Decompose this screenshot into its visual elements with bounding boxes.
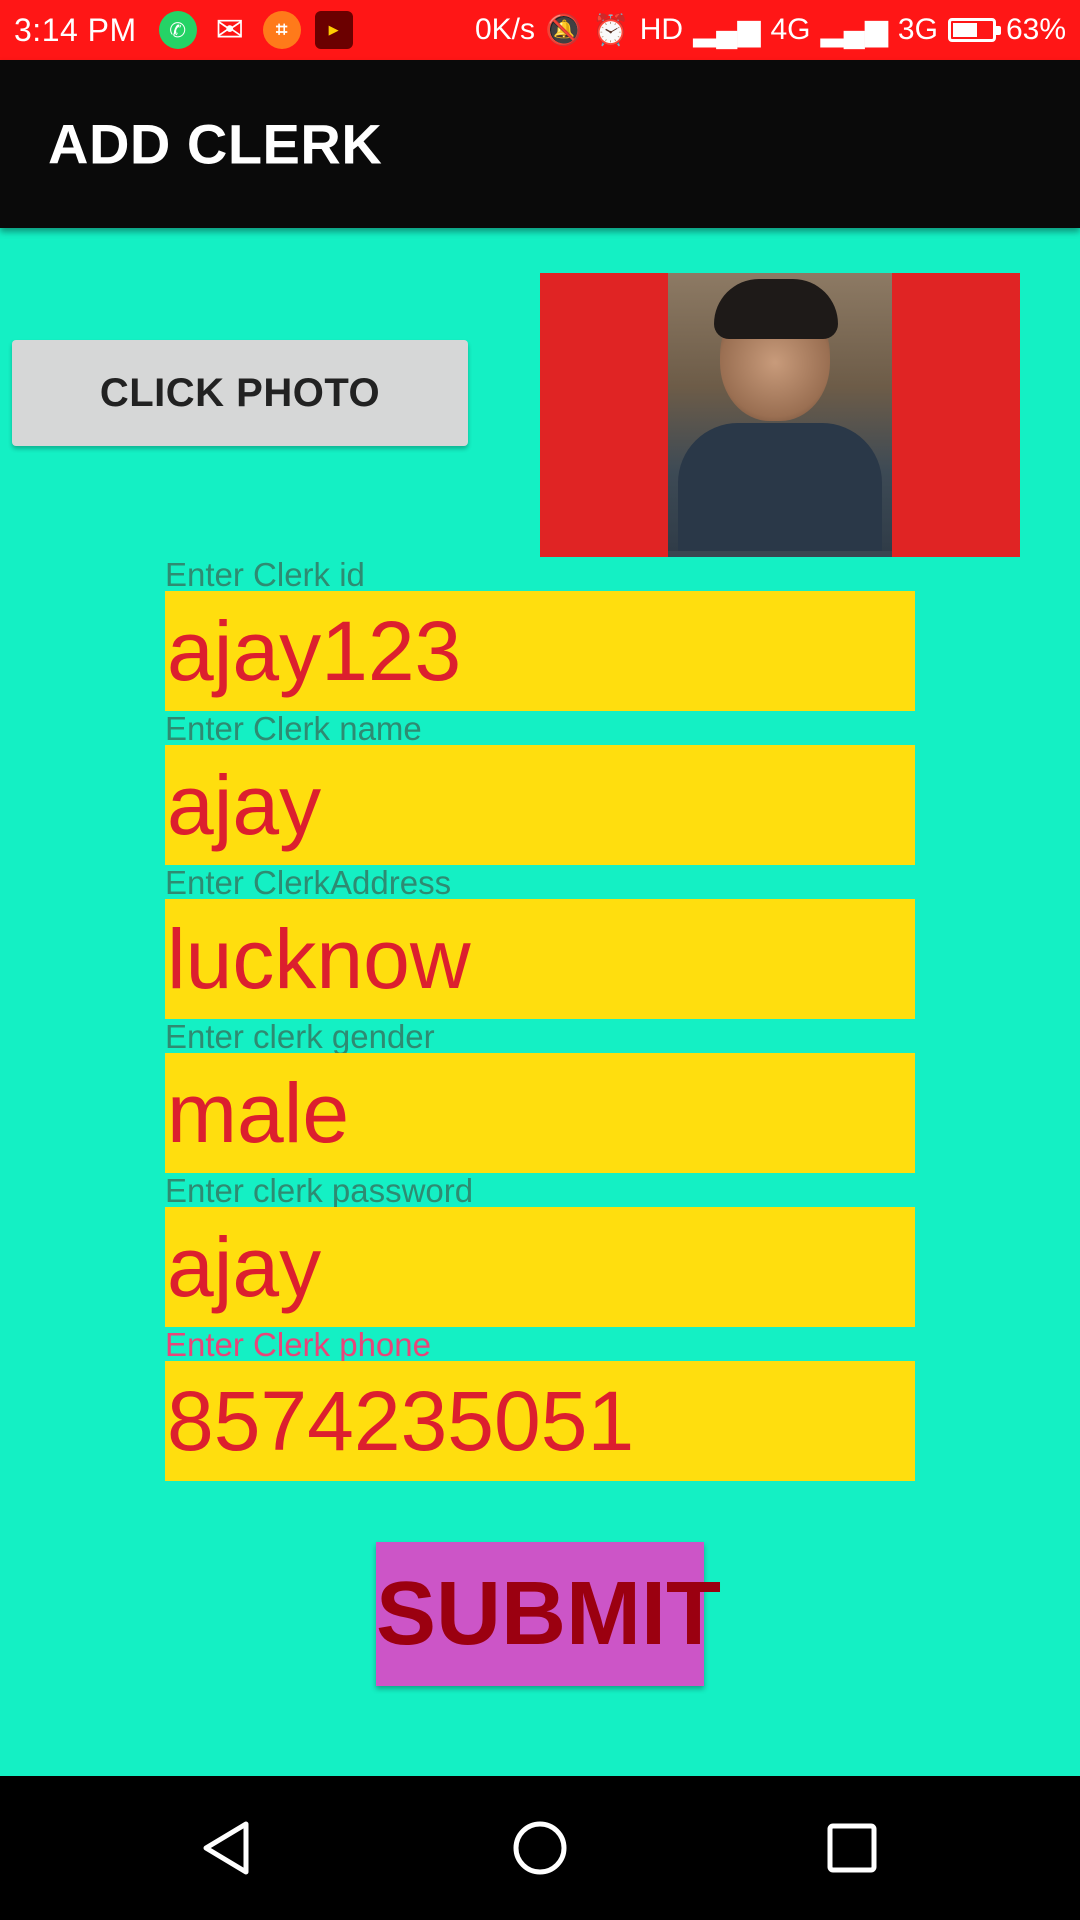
clerk-address-label: Enter ClerkAddress — [165, 864, 452, 901]
network-4g: 4G — [770, 13, 811, 46]
clerk-gender-label: Enter clerk gender — [165, 1018, 435, 1055]
click-photo-button[interactable]: CLICK PHOTO — [12, 340, 468, 446]
clerk-photo — [668, 273, 892, 557]
clerk-id-input[interactable] — [165, 591, 915, 711]
network-3g: 3G — [897, 13, 938, 46]
clerk-name-label: Enter Clerk name — [165, 710, 422, 747]
home-icon[interactable] — [510, 1818, 570, 1878]
clerk-name-input[interactable] — [165, 745, 915, 865]
clerk-id-label: Enter Clerk id — [165, 556, 365, 593]
clerk-gender-input[interactable] — [165, 1053, 915, 1173]
status-right: 0K/s 🔕 ⏰ HD ▂▄▆ 4G ▂▄▆ 3G 63% — [475, 13, 1066, 48]
navigation-bar — [0, 1776, 1080, 1920]
network-speed: 0K/s — [474, 13, 536, 46]
clerk-address-input[interactable] — [165, 899, 915, 1019]
signal-icon-2: ▂▄▆ — [820, 13, 888, 47]
back-icon[interactable] — [198, 1818, 258, 1878]
tube-icon: ▶ — [314, 11, 353, 49]
clerk-password-label: Enter clerk password — [165, 1172, 474, 1209]
battery-percent: 63% — [1005, 13, 1066, 46]
recent-apps-icon[interactable] — [822, 1818, 882, 1878]
signal-icon: ▂▄▆ — [693, 13, 761, 47]
battery-icon — [947, 18, 1001, 42]
page-title: ADD CLERK — [48, 112, 383, 176]
photo-preview — [540, 273, 1020, 557]
clerk-password-input[interactable] — [165, 1207, 915, 1327]
mute-icon: 🔕 — [545, 13, 583, 47]
clerk-phone-input[interactable] — [165, 1361, 915, 1481]
clerk-phone-label: Enter Clerk phone — [165, 1326, 431, 1363]
app-bar: ADD CLERK — [0, 60, 1080, 228]
gmail-icon: ✉ — [215, 11, 244, 49]
status-bar: 3:14 PM ✆ ✉ ⌗ ▶ 0K/s 🔕 ⏰ HD ▂▄▆ 4G ▂▄▆ 3… — [0, 0, 1080, 60]
whatsapp-icon: ✆ — [158, 11, 197, 49]
status-time: 3:14 PM — [14, 11, 137, 48]
submit-button[interactable]: SUBMIT — [376, 1542, 721, 1686]
crop-icon: ⌗ — [262, 11, 301, 49]
alarm-icon: ⏰ — [592, 13, 630, 47]
network-hd: HD — [639, 13, 684, 46]
